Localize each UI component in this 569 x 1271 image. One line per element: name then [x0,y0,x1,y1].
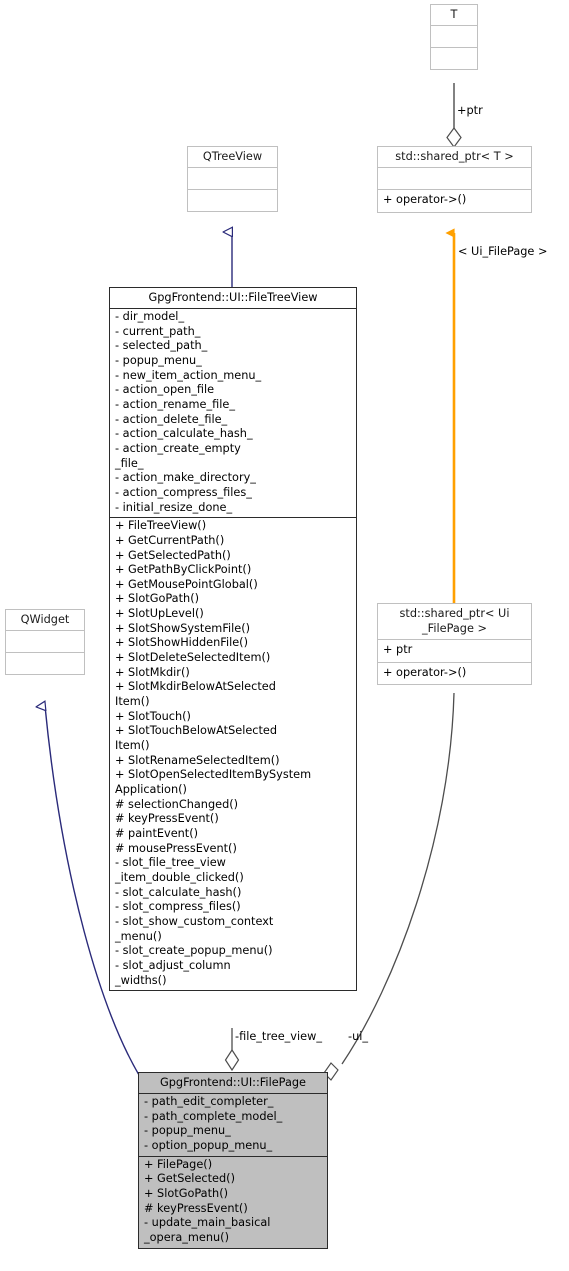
class-operations-shared-ptr-t: + operator->() [378,189,531,212]
member-item: - action_open_file [115,383,215,397]
class-attributes-file-page: - path_edit_completer_ - path_complete_mo… [139,1093,327,1156]
class-node-file-tree-view[interactable]: GpgFrontend::UI::FileTreeView - dir_mode… [109,287,357,992]
member-item: - slot_compress_files() [115,900,241,914]
class-node-qwidget[interactable]: QWidget [5,609,85,675]
member-item: - action_compress_files_ [115,485,252,499]
class-title-file-tree-view: GpgFrontend::UI::FileTreeView [148,291,318,304]
member-item: - action_calculate_hash_ [115,427,253,441]
member-item: + ptr [383,643,413,656]
member-item: + GetSelected() [144,1172,235,1186]
class-attributes-file-tree-view: - dir_model_ - current_path_ - selected_pa… [110,308,356,517]
class-node-shared-ptr-ui-filepage[interactable]: std::shared_ptr< Ui _FilePage > + ptr + … [377,603,532,686]
member-item: + GetCurrentPath() [115,533,225,547]
member-item: - path_complete_model_ [144,1109,283,1123]
class-attributes-qtreeview [188,167,277,189]
member-item: - action_create_empty _file_ [115,441,241,470]
member-item: - current_path_ [115,324,201,338]
class-title-qwidget: QWidget [20,613,70,626]
class-title-file-page: GpgFrontend::UI::FilePage [159,1076,307,1089]
class-node-shared-ptr-t[interactable]: std::shared_ptr< T > + operator->() [377,146,532,213]
member-item: - path_edit_completer_ [144,1095,274,1108]
edge-label-ptr: +ptr [457,104,483,117]
class-title-shared-ptr-t: std::shared_ptr< T > [395,150,514,163]
member-item: - popup_menu_ [144,1124,231,1138]
member-item: + SlotGoPath() [115,592,200,606]
member-item: + SlotOpenSelectedItemBySystem Applicati… [115,768,312,796]
diagram-canvas: T +ptr QTreeView std::shared_ptr< T > + … [0,0,569,1271]
member-item: + FileTreeView() [115,519,207,533]
member-item: + SlotShowSystemFile() [115,621,251,635]
class-attributes-shared-ptr-ui-filepage: + ptr [378,639,531,662]
member-item: - slot_show_custom_context _menu() [115,914,274,943]
member-item: + GetPathByClickPoint() [115,563,252,577]
member-item: # selectionChanged() [115,797,239,811]
class-attributes-qwidget [6,630,84,652]
member-item: - popup_menu_ [115,353,202,367]
member-item: + FilePage() [144,1157,213,1171]
member-item: + SlotShowHiddenFile() [115,636,248,650]
member-item: # mousePressEvent() [115,841,237,855]
member-item: - initial_resize_done_ [115,500,233,514]
member-item: - action_rename_file_ [115,397,235,411]
member-item: + GetSelectedPath() [115,548,231,562]
member-item: + SlotMkdir() [115,665,190,679]
member-item: # keyPressEvent() [144,1201,248,1215]
class-title-shared-ptr-ui-filepage: std::shared_ptr< Ui _FilePage > [399,607,510,635]
member-item: # paintEvent() [115,826,199,840]
member-item: + SlotDeleteSelectedItem() [115,651,271,665]
member-item: + SlotTouchBelowAtSelected Item() [115,724,278,753]
class-operations-file-tree-view: + FileTreeView() + GetCurrentPath() + GetS… [110,517,356,990]
member-item: # keyPressEvent() [115,812,219,826]
member-item: - action_delete_file_ [115,412,228,426]
class-operations-qtreeview [188,189,277,211]
member-item: - slot_create_popup_menu() [115,944,273,958]
class-operations-qwidget [6,652,84,674]
member-item: - slot_file_tree_view _item_double_click… [115,856,244,884]
class-node-t[interactable]: T [430,4,478,70]
member-item: + operator->() [383,665,467,679]
class-node-qtreeview[interactable]: QTreeView [187,146,278,212]
class-operations-shared-ptr-ui-filepage: + operator->() [378,661,531,685]
member-item: + SlotMkdirBelowAtSelected Item() [115,680,276,709]
class-title-t: T [450,8,458,21]
member-item: - dir_model_ [115,310,185,323]
member-item: + GetMousePointGlobal() [115,577,258,591]
class-node-file-page[interactable]: GpgFrontend::UI::FilePage - path_edit_co… [138,1072,328,1249]
member-item: - slot_adjust_column _widths() [115,958,231,987]
member-item: + SlotRenameSelectedItem() [115,753,280,767]
member-item: - option_popup_menu_ [144,1138,273,1152]
edge-label-file-tree-view-member: -file_tree_view_ [235,1030,322,1043]
class-title-qtreeview: QTreeView [202,150,263,163]
member-item: + SlotTouch() [115,709,191,723]
member-item: - selected_path_ [115,339,208,353]
member-item: + operator->() [383,193,467,206]
member-item: - new_item_action_menu_ [115,368,262,382]
member-item: + SlotGoPath() [144,1186,229,1200]
class-operations-file-page: + FilePage() + GetSelected() + SlotGoPath(… [139,1155,327,1248]
member-item: - update_main_basical _opera_menu() [144,1216,271,1244]
edge-label-ui-filepage-binding: < Ui_FilePage > [458,245,548,258]
member-item: - action_make_directory_ [115,471,256,485]
member-item: + SlotUpLevel() [115,607,204,621]
class-operations-t [431,47,477,69]
edge-label-ui-member: -ui_ [348,1030,369,1043]
member-item: - slot_calculate_hash() [115,885,242,899]
class-attributes-t [431,25,477,47]
class-attributes-shared-ptr-t [378,167,531,189]
